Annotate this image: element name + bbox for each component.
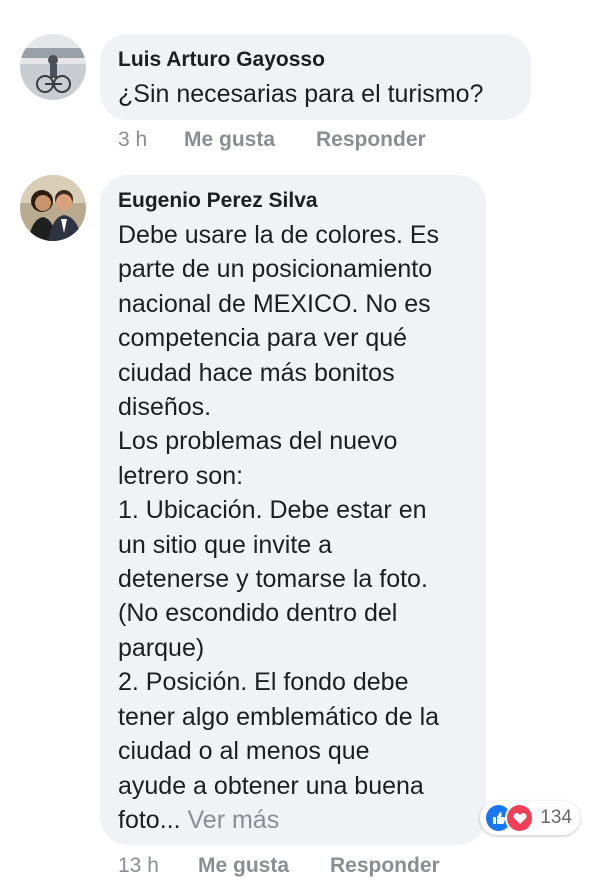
comment-line: parque) xyxy=(118,633,205,662)
comment-author[interactable]: Luis Arturo Gayosso xyxy=(118,47,513,73)
comment-text: ¿Sin necesarias para el turismo? xyxy=(118,77,513,111)
comment-line: nacional de MEXICO. No es xyxy=(118,289,431,318)
comment-line: Los problemas del nuevo xyxy=(118,427,398,456)
avatar-luis[interactable] xyxy=(20,34,86,100)
reply-button[interactable]: Responder xyxy=(316,127,426,153)
comment-line: 1. Ubicación. Debe estar en xyxy=(118,496,427,525)
comment-line: parte de un posicionamiento xyxy=(118,255,433,284)
avatar-eugenio[interactable] xyxy=(20,175,86,241)
comment-line: letrero son: xyxy=(118,461,244,490)
comment-line: detenerse y tomarse la foto. xyxy=(118,565,428,594)
comment-line: (No escondido dentro del xyxy=(118,599,398,628)
reactions-summary[interactable]: 134 xyxy=(480,801,580,835)
love-reaction-icon xyxy=(505,803,535,833)
comment-line: ciudad hace más bonitos xyxy=(118,358,395,387)
comment-line: tener algo emblemático de la xyxy=(118,702,440,731)
comment-line: ¿Sin necesarias para el turismo? xyxy=(118,80,484,108)
comment-time[interactable]: 3 h xyxy=(118,127,147,153)
reply-button[interactable]: Responder xyxy=(330,853,440,879)
comment-last-line: foto... Ver más xyxy=(118,803,468,837)
like-button[interactable]: Me gusta xyxy=(198,853,289,879)
comment-bubble: Eugenio Perez Silva Debe usare la de col… xyxy=(100,175,486,845)
truncated-text: foto... xyxy=(118,805,181,834)
comment-text: Debe usare la de colores. Es parte de un… xyxy=(118,218,468,837)
comment-line: ayude a obtener una buena xyxy=(118,771,424,800)
comment-line: 2. Posición. El fondo debe xyxy=(118,668,409,697)
comment-line: competencia para ver qué xyxy=(118,324,408,353)
see-more-link[interactable]: Ver más xyxy=(188,806,280,834)
comment-line: ciudad o al menos que xyxy=(118,737,370,766)
comment-author[interactable]: Eugenio Perez Silva xyxy=(118,188,468,214)
comment-time[interactable]: 13 h xyxy=(118,853,159,879)
comment-line: diseños. xyxy=(118,393,212,422)
like-button[interactable]: Me gusta xyxy=(184,127,275,153)
comment-bubble: Luis Arturo Gayosso ¿Sin necesarias para… xyxy=(100,34,531,120)
comment-line: un sitio que invite a xyxy=(118,530,333,559)
reaction-count: 134 xyxy=(540,807,572,828)
comment-line: Debe usare la de colores. Es xyxy=(118,221,440,249)
